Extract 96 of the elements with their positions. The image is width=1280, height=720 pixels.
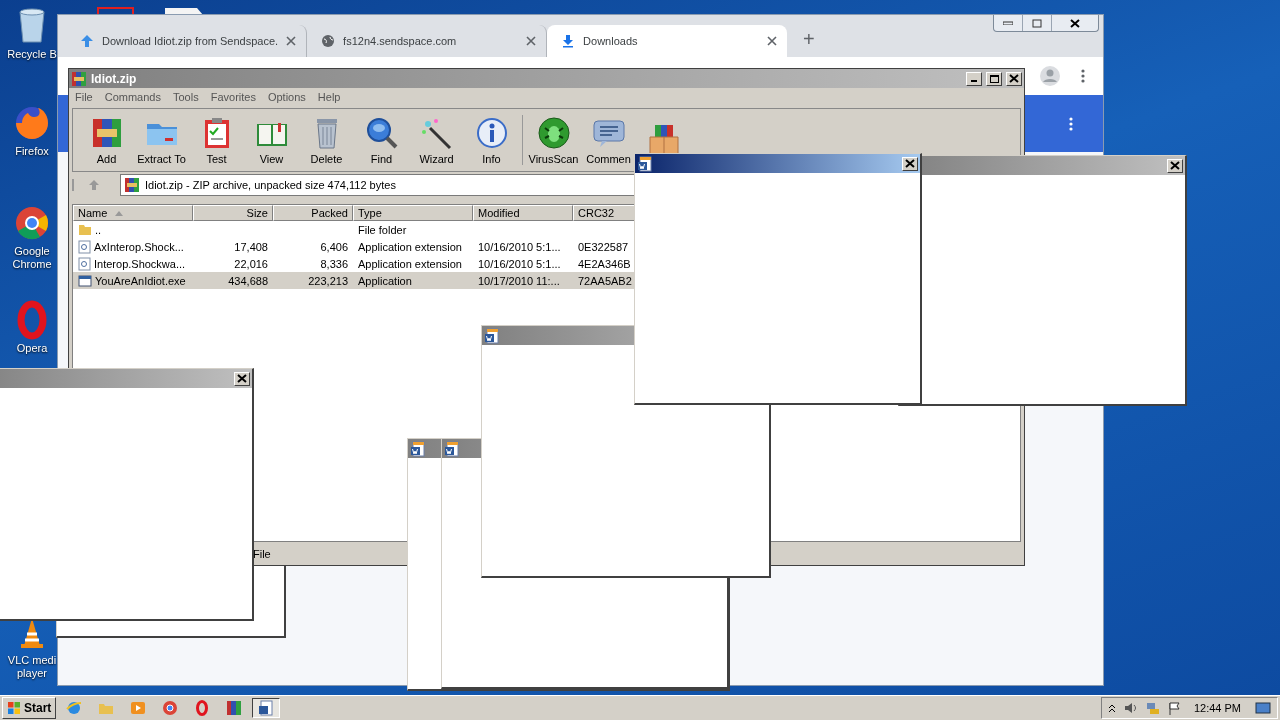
- desktop-icon-label[interactable]: Firefox: [15, 145, 49, 158]
- flag-icon[interactable]: [1167, 701, 1180, 715]
- table-cell: 223,213: [308, 274, 348, 287]
- maximize-button[interactable]: [986, 71, 1002, 86]
- more-menu-icon[interactable]: [1069, 116, 1073, 131]
- new-tab-button[interactable]: +: [803, 28, 815, 51]
- table-cell: 4E2A346B: [578, 257, 631, 270]
- close-icon: [1070, 18, 1080, 28]
- upload-arrow-icon: [80, 34, 94, 48]
- desktop-icon-label[interactable]: Google Chrome: [12, 245, 52, 271]
- table-cell: 72AA5AB2: [578, 274, 632, 287]
- desktop-icon-label[interactable]: Opera: [16, 342, 48, 355]
- minimize-button[interactable]: [966, 71, 982, 86]
- frame-icon: [97, 7, 134, 15]
- close-icon: [1170, 161, 1180, 170]
- avatar-icon[interactable]: [1039, 65, 1061, 87]
- info-icon: [474, 115, 509, 150]
- window-title: Idiot.zip: [91, 71, 138, 86]
- table-cell: 22,016: [234, 257, 268, 270]
- column-header[interactable]: Type: [353, 205, 473, 221]
- toolbar-button[interactable]: VirusScan: [526, 115, 581, 165]
- column-header[interactable]: Packed: [273, 205, 353, 221]
- table-cell: Interop.Shockwa...: [94, 257, 186, 270]
- menu-item[interactable]: Favorites: [210, 91, 256, 103]
- tab-title: fs12n4.sendspace.com: [343, 35, 458, 47]
- toolbar-button[interactable]: Delete: [299, 115, 354, 165]
- browser-tab[interactable]: Downloads: [547, 25, 788, 57]
- toolbar-button[interactable]: Test: [189, 115, 244, 165]
- program-window-icon: [78, 274, 92, 287]
- globe-icon: [66, 700, 83, 716]
- chrome-icon: [162, 700, 179, 716]
- start-button[interactable]: Start: [2, 697, 57, 719]
- search-icon: [364, 115, 399, 150]
- up-arrow-icon: [88, 179, 100, 191]
- globe-icon: [321, 34, 336, 48]
- taskbar-button[interactable]: [252, 698, 281, 718]
- close-icon[interactable]: [286, 36, 297, 46]
- maximize-icon: [989, 74, 999, 83]
- close-icon: [1009, 74, 1019, 83]
- table-cell: 434,688: [228, 274, 268, 287]
- books-icon: [71, 70, 87, 87]
- column-header[interactable]: Name: [73, 205, 193, 221]
- folder-icon: [78, 223, 92, 236]
- table-cell: Application extension: [358, 257, 462, 270]
- table-cell: ..: [95, 223, 102, 236]
- toolbar-button[interactable]: Extract To: [134, 115, 189, 165]
- speaker-icon[interactable]: [1123, 702, 1138, 714]
- tab-title: Downloads: [583, 35, 639, 47]
- clock[interactable]: 12:44 PM: [1193, 702, 1241, 714]
- windows-flag-icon: [7, 701, 21, 715]
- toolbar-button[interactable]: Info: [464, 115, 519, 165]
- tab-title: Download Idiot.zip from Sendspace.: [102, 35, 279, 47]
- books-icon: [124, 177, 140, 193]
- books-icon: [226, 700, 243, 716]
- desktop-icon-label[interactable]: Recycle B: [7, 48, 57, 61]
- download-icon: [561, 34, 576, 48]
- table-cell: 17,408: [234, 240, 268, 253]
- bug-icon: [536, 115, 571, 150]
- table-cell: Application: [358, 274, 412, 287]
- table-cell: Application extension: [358, 240, 462, 253]
- table-cell: AxInterop.Shock...: [94, 240, 184, 253]
- chevron-up-icon[interactable]: [1107, 703, 1116, 713]
- table-cell: 6,406: [320, 240, 348, 253]
- play-icon: [130, 700, 147, 716]
- status-text: File: [253, 548, 271, 560]
- minimize-icon: [1003, 21, 1013, 25]
- menu-item[interactable]: Commands: [104, 91, 161, 103]
- file-gear-icon: [78, 239, 91, 254]
- close-icon[interactable]: [526, 36, 537, 46]
- document-icon: [258, 700, 275, 716]
- toolbar-button[interactable]: Add: [79, 115, 134, 165]
- restore-icon: [1032, 18, 1042, 28]
- table-cell: 0E322587: [578, 240, 629, 253]
- close-icon: [237, 374, 247, 383]
- toolbar-button[interactable]: Commen: [581, 115, 636, 165]
- ring-icon: [194, 700, 211, 716]
- menu-item[interactable]: Help: [317, 91, 341, 103]
- close-icon: [905, 159, 915, 168]
- close-icon[interactable]: [767, 36, 778, 46]
- table-cell: 8,336: [320, 257, 348, 270]
- table-cell: 10/16/2010 5:1...: [478, 257, 561, 270]
- desktop-icon-label[interactable]: VLC medi player: [7, 654, 57, 680]
- menu-item[interactable]: File: [75, 91, 93, 103]
- toolbar-button[interactable]: Find: [354, 115, 409, 165]
- more-menu-icon[interactable]: [1081, 69, 1085, 83]
- column-header[interactable]: Size: [193, 205, 273, 221]
- toolbar-button[interactable]: View: [244, 115, 299, 165]
- table-cell: 10/17/2010 11:...: [478, 274, 560, 287]
- file-gear-icon: [78, 256, 91, 271]
- table-cell: File folder: [358, 223, 407, 236]
- menu-item[interactable]: Tools: [173, 91, 199, 103]
- toolbar-button[interactable]: Wizard: [409, 115, 464, 165]
- menu-item[interactable]: Options: [267, 91, 306, 103]
- table-cell: YouAreAnIdiot.exe: [95, 274, 186, 287]
- column-header[interactable]: Modified: [473, 205, 573, 221]
- table-cell: 10/16/2010 5:1...: [478, 240, 561, 253]
